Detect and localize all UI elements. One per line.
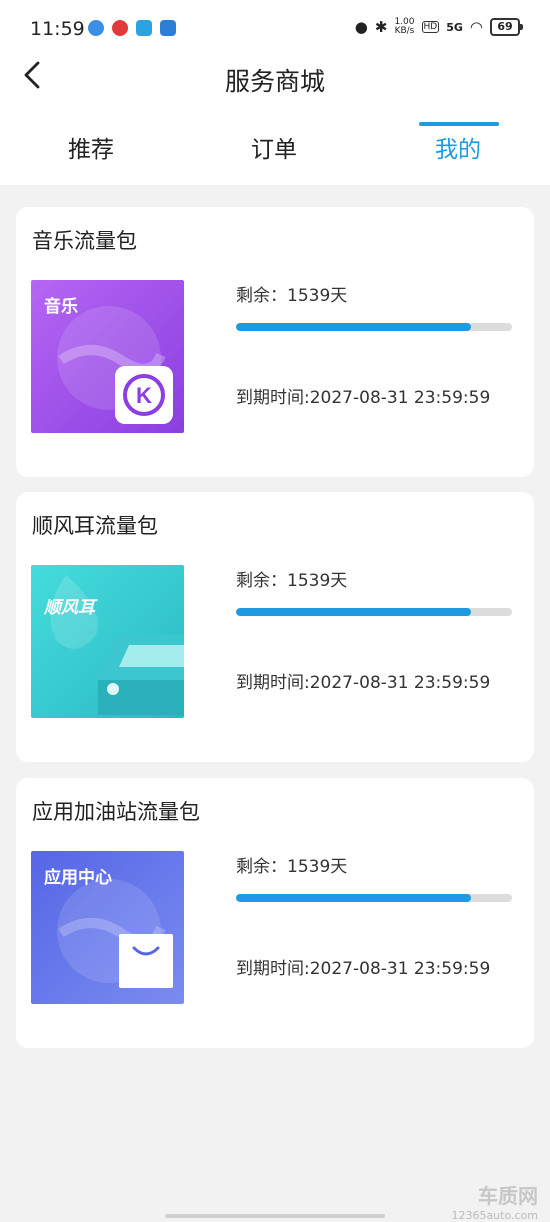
expire-time: 到期时间:2027-08-31 23:59:59 bbox=[236, 959, 491, 979]
signal-5g-icon: 5G bbox=[446, 20, 463, 34]
status-time: 11:59 bbox=[30, 18, 85, 40]
expire-time: 到期时间:2027-08-31 23:59:59 bbox=[236, 673, 491, 693]
package-card-app-center[interactable]: 应用加油站流量包 应用中心 剩余：1539天 到期时间:2027-08-31 2… bbox=[16, 778, 534, 1048]
page-title: 服务商城 bbox=[224, 67, 325, 96]
status-bar: 11:59 ● ✱ 1.00 KB/s HD 5G ◠ 69 bbox=[0, 0, 550, 60]
tab-mine[interactable]: 我的 bbox=[435, 130, 481, 164]
net-speed-unit: KB/s bbox=[394, 26, 415, 36]
net-speed: 1.00 KB/s bbox=[394, 18, 414, 36]
watermark-site: 12365auto.com bbox=[451, 1209, 538, 1222]
k-music-logo-icon: K bbox=[115, 366, 173, 424]
status-right: ● ✱ 1.00 KB/s HD 5G ◠ 69 bbox=[354, 18, 523, 36]
remaining-progress-bar bbox=[236, 608, 512, 616]
thumbnail-label: 应用中心 bbox=[44, 868, 112, 888]
status-app-icons bbox=[88, 20, 176, 36]
app-notification-icon bbox=[112, 20, 128, 36]
remaining-progress-bar bbox=[236, 323, 512, 331]
wifi-icon: ◠ bbox=[469, 18, 483, 36]
remaining-progress-fill bbox=[236, 608, 471, 616]
car-icon bbox=[50, 575, 184, 715]
watermark-brand: 车质网 bbox=[478, 1184, 538, 1208]
battery-icon: 69 bbox=[490, 18, 523, 36]
package-title: 应用加油站流量包 bbox=[32, 800, 200, 824]
package-card-shunfenger[interactable]: 顺风耳流量包 顺风耳 剩余：1539天 到期时间:2027-08-31 23:5… bbox=[16, 492, 534, 762]
package-title: 音乐流量包 bbox=[32, 229, 137, 253]
package-thumbnail: 应用中心 bbox=[31, 851, 184, 1004]
app-notification-icon bbox=[160, 20, 176, 36]
svg-text:K: K bbox=[136, 383, 152, 408]
package-card-music[interactable]: 音乐流量包 音乐 K 剩余：1539天 到期时间:2027-08-31 23:5… bbox=[16, 207, 534, 477]
remaining-days: 剩余：1539天 bbox=[236, 857, 348, 877]
bluetooth-icon: ✱ bbox=[374, 18, 388, 36]
remaining-days: 剩余：1539天 bbox=[236, 286, 348, 306]
tab-bar: 推荐 订单 我的 bbox=[0, 120, 550, 185]
remaining-progress-bar bbox=[236, 894, 512, 902]
watermark: 车质网 12365auto.com bbox=[448, 1180, 538, 1222]
tab-orders[interactable]: 订单 bbox=[251, 130, 297, 164]
remaining-days: 剩余：1539天 bbox=[236, 571, 348, 591]
shopping-bag-icon bbox=[119, 934, 173, 988]
thumbnail-label: 音乐 bbox=[44, 297, 78, 317]
package-thumbnail: 音乐 K bbox=[31, 280, 184, 433]
home-indicator[interactable] bbox=[165, 1214, 385, 1218]
app-notification-icon bbox=[88, 20, 104, 36]
location-icon: ● bbox=[354, 18, 368, 36]
remaining-progress-fill bbox=[236, 323, 471, 331]
thumbnail-label: 顺风耳 bbox=[44, 598, 95, 618]
telegram-icon bbox=[136, 20, 152, 36]
active-tab-indicator bbox=[419, 122, 499, 126]
expire-time: 到期时间:2027-08-31 23:59:59 bbox=[236, 388, 491, 408]
tab-recommend[interactable]: 推荐 bbox=[68, 130, 114, 164]
package-title: 顺风耳流量包 bbox=[32, 514, 158, 538]
remaining-progress-fill bbox=[236, 894, 471, 902]
package-thumbnail: 顺风耳 bbox=[31, 565, 184, 718]
hd-badge: HD bbox=[421, 21, 440, 33]
